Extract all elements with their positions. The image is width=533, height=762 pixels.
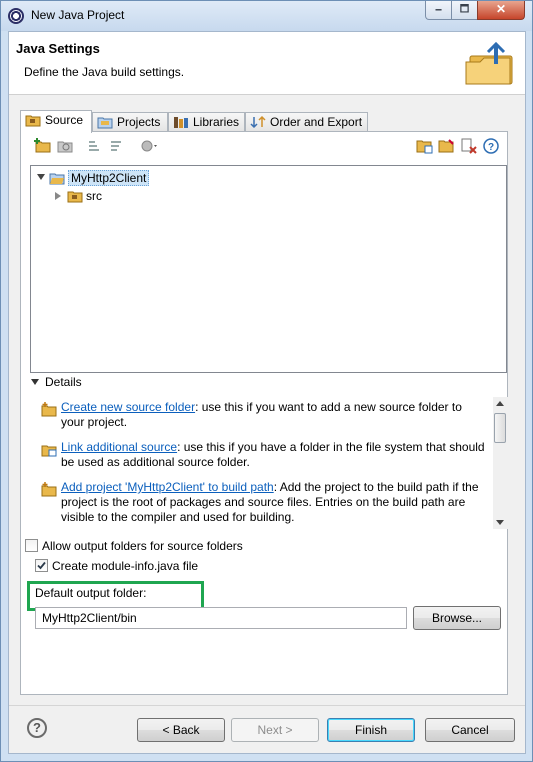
edit-source-folder-icon[interactable] [437, 136, 457, 156]
link-source-icon [41, 445, 57, 457]
new-source-folder-icon [41, 402, 57, 417]
help-icon[interactable]: ? [481, 136, 501, 156]
collapse-arrow-icon[interactable] [37, 174, 45, 180]
source-tab-panel: ? MyHttp2Client src Details Create new s… [20, 131, 508, 695]
tab-libraries[interactable]: Libraries [168, 112, 245, 132]
project-name: MyHttp2Client [68, 170, 150, 186]
page-description: Define the Java build settings. [24, 65, 185, 79]
java-project-wizard-icon [465, 42, 513, 85]
dialog-client: Java Settings Define the Java build sett… [8, 31, 526, 754]
source-folder-tree[interactable]: MyHttp2Client src [30, 165, 507, 373]
wizard-banner: Java Settings Define the Java build sett… [9, 32, 525, 95]
dialog-window: New Java Project 🗕 🗖 ✕ Java Settings Def… [0, 0, 533, 762]
source-toolbar: ? [23, 136, 503, 158]
minimize-button[interactable]: 🗕 [425, 1, 452, 20]
collapse-arrow-icon [31, 379, 39, 385]
title-bar: New Java Project 🗕 🗖 ✕ [1, 1, 532, 31]
details-toggle[interactable]: Details [31, 375, 82, 389]
move-down-icon[interactable] [107, 136, 127, 156]
add-project-icon [41, 482, 57, 497]
footer-separator [9, 705, 525, 706]
src-folder-name: src [86, 189, 102, 203]
back-button[interactable]: < Back [137, 718, 225, 742]
project-folder-icon [49, 173, 65, 185]
libraries-icon [174, 117, 188, 128]
browse-button[interactable]: Browse... [413, 606, 501, 630]
details-scrollbar[interactable] [493, 397, 508, 529]
page-title: Java Settings [16, 41, 100, 56]
new-source-folder-icon[interactable] [415, 136, 435, 156]
tab-source[interactable]: Source [20, 110, 92, 133]
add-project-to-build-path-link[interactable]: Add project 'MyHttp2Client' to build pat… [61, 480, 274, 494]
finish-button[interactable]: Finish [327, 718, 415, 742]
close-button[interactable]: ✕ [477, 1, 525, 20]
create-source-folder-link[interactable]: Create new source folder [61, 400, 195, 414]
create-module-info-checkbox[interactable] [35, 559, 48, 572]
details-label: Details [45, 375, 82, 389]
maximize-button[interactable]: 🗖 [451, 1, 478, 20]
allow-output-folders-checkbox[interactable] [25, 539, 38, 552]
svg-text:?: ? [488, 142, 494, 153]
order-export-icon [250, 115, 266, 129]
configure-dropdown-icon[interactable] [139, 136, 159, 156]
window-title: New Java Project [31, 8, 125, 22]
link-additional-source-link[interactable]: Link additional source [61, 440, 177, 454]
add-source-folder-icon[interactable] [33, 136, 53, 156]
allow-output-folders-label: Allow output folders for source folders [42, 539, 243, 553]
tab-order-and-export[interactable]: Order and Export [245, 112, 368, 132]
expand-arrow-icon[interactable] [55, 192, 61, 200]
scroll-up-arrow-icon[interactable] [496, 401, 504, 406]
projects-icon [97, 117, 113, 129]
remove-source-folder-icon[interactable] [459, 136, 479, 156]
checkmark-icon [37, 561, 46, 570]
create-module-info-label: Create module-info.java file [52, 559, 199, 573]
source-folder-icon [25, 115, 41, 127]
output-folder-field[interactable]: MyHttp2Client/bin [35, 607, 407, 629]
help-button[interactable]: ? [27, 718, 47, 738]
tab-projects[interactable]: Projects [92, 112, 168, 132]
details-section: Create new source folder: use this if yo… [41, 394, 509, 528]
scroll-down-arrow-icon[interactable] [496, 520, 504, 525]
eclipse-icon [8, 8, 24, 24]
next-button[interactable]: Next > [231, 718, 319, 742]
output-folder-label: Default output folder: [35, 586, 147, 600]
scroll-thumb[interactable] [494, 413, 506, 443]
move-up-icon[interactable] [85, 136, 105, 156]
package-folder-icon [67, 191, 83, 203]
cancel-button[interactable]: Cancel [425, 718, 515, 742]
link-source-icon[interactable] [55, 136, 75, 156]
